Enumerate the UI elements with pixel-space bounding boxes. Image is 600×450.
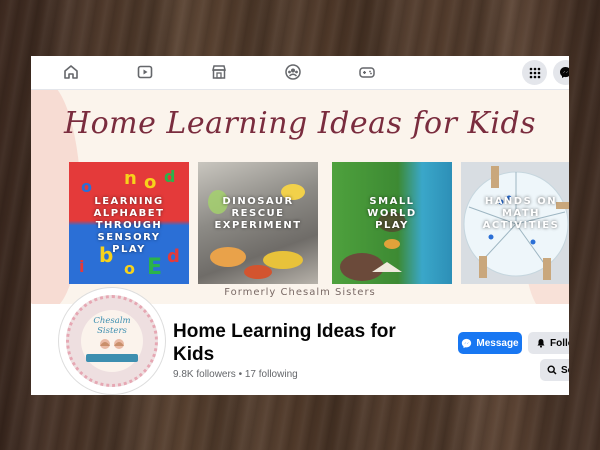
watch-icon[interactable] <box>136 63 154 81</box>
message-button[interactable]: Message <box>458 332 522 354</box>
bell-icon <box>537 339 545 348</box>
follow-button-label: Follo <box>550 337 569 349</box>
tile-alphabet: n o d o b E d i o LEARNING ALPHABET THRO… <box>69 162 189 284</box>
messenger-icon[interactable] <box>553 60 569 85</box>
top-nav <box>31 56 569 90</box>
search-button-label: Se <box>561 364 569 376</box>
groups-icon[interactable] <box>284 63 302 81</box>
tile-small-world: SMALL WORLD PLAY <box>332 162 452 284</box>
profile-avatar[interactable]: Chesalm Sisters <box>59 288 165 394</box>
tile-label-small-world: SMALL WORLD PLAY <box>367 196 417 231</box>
tile-label-math: HANDS ON MATH ACTIVITIES <box>482 196 560 231</box>
svg-text:o: o <box>124 259 135 278</box>
menu-grid-icon[interactable] <box>522 60 547 85</box>
home-icon[interactable] <box>62 63 80 81</box>
search-icon <box>547 365 557 375</box>
message-button-label: Message <box>476 337 519 349</box>
cover-photo[interactable]: Home Learning Ideas for Kids n o d o b E… <box>31 90 569 304</box>
avatar-ribbon <box>86 354 138 362</box>
following-count[interactable]: 17 following <box>245 369 298 380</box>
svg-text:E: E <box>147 255 162 280</box>
messenger-icon <box>462 338 472 348</box>
avatar-badge: Chesalm Sisters <box>66 295 158 387</box>
followers-count[interactable]: 9.8K followers <box>173 369 236 380</box>
tile-dinosaur: DINOSAUR RESCUE EXPERIMENT <box>198 162 318 284</box>
search-button[interactable]: Se <box>540 359 569 381</box>
gaming-icon[interactable] <box>358 63 376 81</box>
page-title: Home Learning Ideas for Kids <box>173 321 396 365</box>
svg-text:n: n <box>124 168 137 189</box>
tile-label-alphabet: LEARNING ALPHABET THROUGH SENSORY PLAY <box>93 196 165 255</box>
stats-separator: • <box>235 369 245 380</box>
svg-text:d: d <box>164 167 175 186</box>
avatar-logo: Chesalm Sisters <box>81 310 143 372</box>
svg-text:i: i <box>79 257 84 276</box>
tile-math: HANDS ON MATH ACTIVITIES <box>461 162 569 284</box>
svg-text:o: o <box>144 172 156 193</box>
follower-stats: 9.8K followers • 17 following <box>173 369 298 380</box>
svg-text:o: o <box>81 177 92 196</box>
browser-screen: Home Learning Ideas for Kids n o d o b E… <box>31 56 569 395</box>
tile-label-dinosaur: DINOSAUR RESCUE EXPERIMENT <box>214 196 302 231</box>
follow-button[interactable]: Follo <box>528 332 569 354</box>
cover-title: Home Learning Ideas for Kids <box>63 106 537 141</box>
marketplace-icon[interactable] <box>210 63 228 81</box>
